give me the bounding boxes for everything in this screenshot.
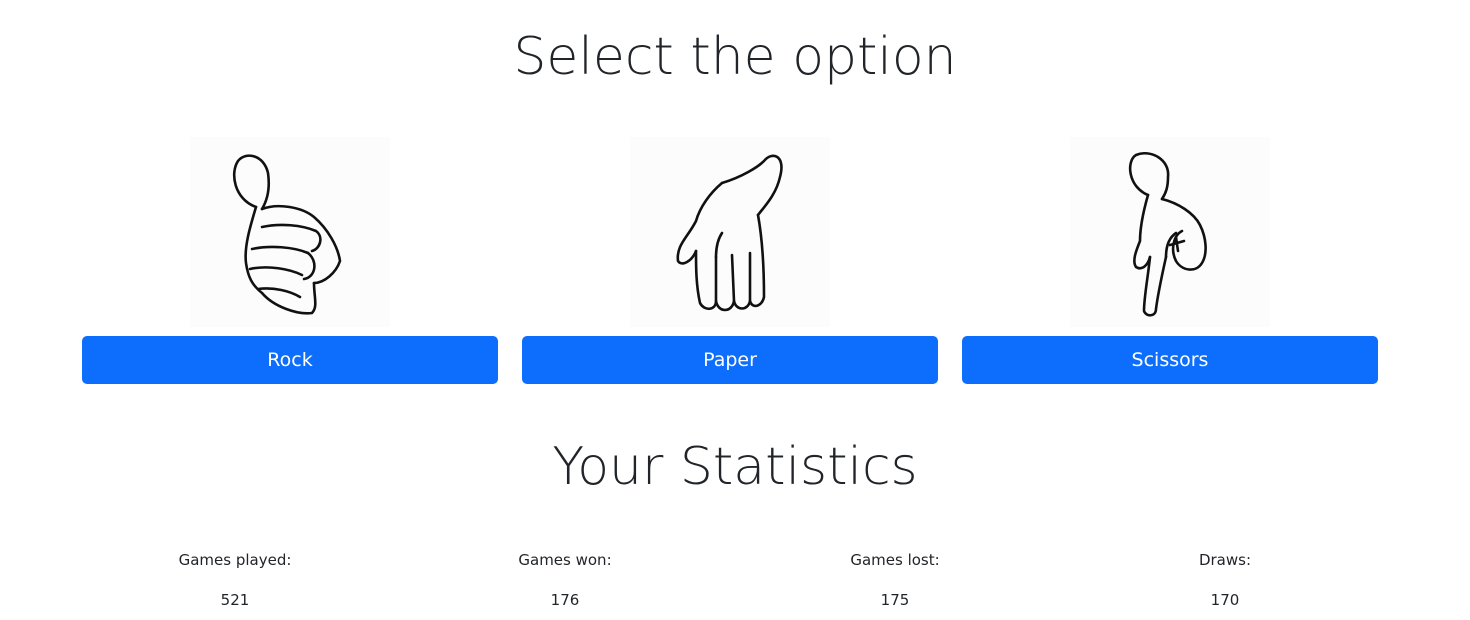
select-option-heading: Select the option [513,27,957,87]
paper-button[interactable]: Paper [522,336,938,384]
stat-label: Games played: [178,551,292,569]
stat-label: Games lost: [850,551,940,569]
stat-draws: Draws: 170 [1125,550,1325,610]
statistics-heading: Your Statistics [552,437,918,497]
stat-value: 176 [550,591,580,609]
rock-option: Rock [82,137,498,384]
rock-button[interactable]: Rock [82,336,498,384]
stat-games-won: Games won: 176 [465,550,665,610]
stat-value: 175 [880,591,910,609]
stat-label: Draws: [1198,551,1252,569]
scissors-hand-icon[interactable] [1070,137,1270,327]
rock-paper-scissors-page: Select the option Rock Paper Scissors Yo… [0,0,1470,620]
stat-value: 521 [220,591,250,609]
stat-value: 170 [1210,591,1240,609]
paper-option: Paper [522,137,938,384]
stat-games-played: Games played: 521 [135,550,335,610]
stat-games-lost: Games lost: 175 [795,550,995,610]
scissors-option: Scissors [962,137,1378,384]
rock-hand-icon[interactable] [190,137,390,327]
scissors-button[interactable]: Scissors [962,336,1378,384]
paper-hand-icon[interactable] [630,137,830,327]
stat-label: Games won: [518,551,612,569]
